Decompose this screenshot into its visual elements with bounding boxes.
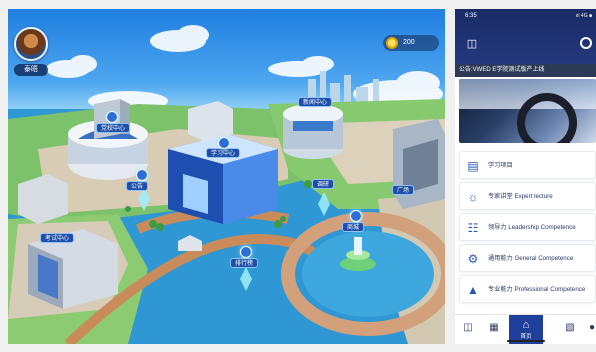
screenshot-canvas: 泰晤 200 党校中心 学习中心 公告 考试中心 排行榜 商城 新闻中心 调研 … [0, 0, 596, 352]
tab-list-icon[interactable]: ◫ [461, 321, 475, 335]
menu-item-professional-competence[interactable]: ▲ 专业能力 Professional Competence [459, 275, 596, 303]
cap-icon: ▲ [467, 283, 479, 297]
location-pin-icon [136, 169, 148, 181]
banner-carousel[interactable] [459, 79, 596, 143]
bulb-icon: ☼ [467, 190, 479, 204]
menu-item-general-competence[interactable]: ⚙ 通用能力 General Competence [459, 244, 596, 272]
coin-amount: 200 [403, 39, 415, 46]
notice-bar[interactable]: 公告:VWED E学院测试版产上线 [455, 64, 596, 77]
leader-icon: ☷ [467, 221, 479, 235]
game-scene [8, 25, 445, 344]
app-header: 6:35 ııl 4G ■ ◫ [455, 9, 596, 64]
coin-icon [386, 37, 398, 49]
status-signal: ııl 4G ■ [575, 13, 592, 19]
menu-item-learning-projects[interactable]: ▤ 学习项目 [459, 151, 596, 179]
coin-counter[interactable]: 200 [383, 35, 439, 51]
player-avatar[interactable] [14, 27, 48, 61]
building-tag-square[interactable]: 广场 [392, 185, 415, 195]
location-pin-icon [106, 111, 118, 123]
menu-item-label: 领导力 Leadership Competence [488, 224, 576, 231]
building-tag-survey[interactable]: 调研 [312, 179, 335, 189]
home-indicator [507, 340, 545, 342]
home-icon: ⌂ [522, 319, 530, 331]
menu-item-leadership[interactable]: ☷ 领导力 Leadership Competence [459, 213, 596, 241]
menu-item-label: 专业能力 Professional Competence [488, 286, 586, 293]
status-time: 6:35 [465, 13, 477, 19]
location-pin-icon [350, 210, 362, 222]
tab-profile-icon[interactable]: ● [585, 321, 596, 335]
building-tag-mall[interactable]: 商城 [342, 222, 365, 232]
building-tag-news[interactable]: 新闻中心 [298, 97, 333, 107]
menu-item-label: 通用能力 General Competence [488, 255, 574, 262]
book-icon: ▤ [467, 159, 479, 173]
location-pin-icon [218, 137, 230, 149]
gear-icon: ⚙ [467, 252, 479, 266]
building-tag-exam[interactable]: 考试中心 [40, 233, 75, 243]
tab-grid-icon[interactable]: ▦ [487, 321, 501, 335]
menu-item-label: 学习项目 [488, 162, 513, 169]
menu-item-label: 专家讲堂 Expert lecture [488, 193, 553, 200]
building-tag-study[interactable]: 学习中心 [206, 148, 241, 158]
building-tag-announce[interactable]: 公告 [126, 181, 149, 191]
building-tag-exhibition[interactable]: 党校中心 [96, 123, 131, 133]
logo-icon: ◫ [466, 38, 478, 50]
player-name: 泰晤 [14, 64, 48, 76]
tab-document-icon[interactable]: ▧ [563, 321, 577, 335]
phone-app-screen: 6:35 ııl 4G ■ ◫ 公告:VWED E学院测试版产上线 ▤ 学习项目… [455, 9, 596, 344]
location-pin-icon [240, 246, 252, 258]
game-world-view[interactable]: 泰晤 200 党校中心 学习中心 公告 考试中心 排行榜 商城 新闻中心 调研 … [8, 9, 445, 344]
notice-text: 公告:VWED E学院测试版产上线 [459, 67, 545, 73]
building-tag-ranking[interactable]: 排行榜 [230, 258, 259, 268]
search-icon[interactable] [580, 37, 592, 49]
menu-item-expert-lecture[interactable]: ☼ 专家讲堂 Expert lecture [459, 182, 596, 210]
